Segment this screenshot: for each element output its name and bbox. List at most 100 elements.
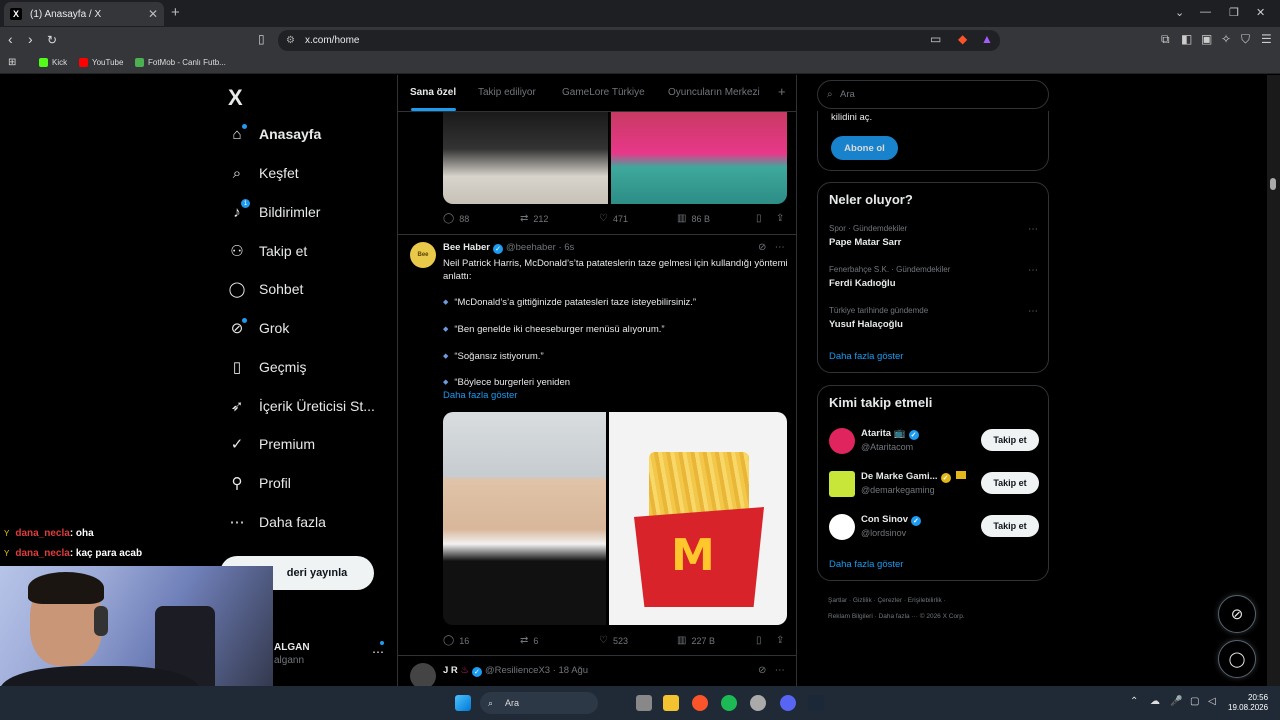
sidebar-item-chat[interactable]: ◯ Sohbet <box>227 279 304 299</box>
maximize-icon[interactable]: ❐ <box>1229 6 1239 19</box>
account-more-icon[interactable]: ⋯ <box>372 645 384 659</box>
brave-rewards-icon[interactable]: ▲ <box>981 33 993 45</box>
sidebar-item-creator-studio[interactable]: ➶ İçerik Üreticisi St... <box>227 396 375 416</box>
sidebar-item-follow[interactable]: ⚇ Takip et <box>227 241 307 261</box>
tab-for-you[interactable]: Sana özel <box>410 87 456 98</box>
tweet1-reply[interactable]: ◯ 88 <box>443 213 469 224</box>
taskbar-search[interactable]: ⌕ Ara <box>480 692 598 714</box>
tweet2-image-npharris[interactable] <box>443 412 606 625</box>
follow-button[interactable]: Takip et <box>981 515 1039 537</box>
tray-app-icon[interactable]: ☁ <box>1150 696 1160 707</box>
tweet1-image-2[interactable] <box>611 112 787 204</box>
tab-following[interactable]: Takip ediliyor <box>478 87 536 98</box>
sidebar-item-bookmarks[interactable]: ▯ Geçmiş <box>227 357 307 377</box>
tweet2-handle[interactable]: @beehaber <box>506 242 556 253</box>
atarita-avatar[interactable] <box>829 428 855 454</box>
wtf-name[interactable]: Atarita 📺 ✓ <box>861 428 922 440</box>
reload-icon[interactable]: ↻ <box>47 33 57 47</box>
sidebar-toggle-icon[interactable]: ◧ <box>1181 33 1192 45</box>
volume-icon[interactable]: ◁ <box>1208 696 1216 707</box>
tweet2-image-fries[interactable]: M <box>609 412 787 625</box>
tweet-more-icon[interactable]: ⋯ <box>775 665 785 676</box>
task-view-icon[interactable] <box>636 695 652 711</box>
leo-ai-icon[interactable]: ✧ <box>1221 33 1231 45</box>
sidebar-item-notifications[interactable]: ♪ 1 Bildirimler <box>227 199 320 222</box>
discord-icon[interactable] <box>780 695 796 711</box>
wtf-show-more[interactable]: Daha fazla göster <box>829 559 903 570</box>
account-switcher[interactable]: ALGAN algann <box>274 642 310 666</box>
trend-item[interactable]: Yusuf Halaçoğlu <box>829 319 903 330</box>
tab-search-icon[interactable]: ⌄ <box>1175 6 1184 19</box>
beehaber-avatar[interactable]: Bee <box>410 242 436 268</box>
page-scrollbar[interactable] <box>1267 75 1280 686</box>
sidebar-item-more[interactable]: ⋯ Daha fazla <box>227 512 326 532</box>
extensions-icon[interactable]: ⧉ <box>1161 33 1170 45</box>
back-icon[interactable]: ‹ <box>8 32 13 46</box>
microphone-icon[interactable]: 🎤 <box>1170 696 1182 707</box>
subscribe-button[interactable]: Abone ol <box>831 136 898 160</box>
site-info-icon[interactable]: ⚙ <box>286 30 295 51</box>
new-tab-icon[interactable]: + <box>171 4 180 21</box>
tweet1-repost[interactable]: ⇄ 212 <box>520 213 548 224</box>
tweet2-bookmark[interactable]: ▯ <box>756 635 767 646</box>
tweet2-reply[interactable]: ◯ 16 <box>443 635 469 646</box>
tweet2-like[interactable]: ♡ 523 <box>599 635 628 646</box>
tweet1-share[interactable]: ⇪ <box>776 213 789 224</box>
trend-more-icon[interactable]: ⋯ <box>1028 306 1038 317</box>
grok-explain-icon[interactable]: ⊘ <box>758 242 766 253</box>
demarke-avatar[interactable] <box>829 471 855 497</box>
taskbar-clock[interactable]: 20:56 19.08.2026 <box>1228 693 1268 713</box>
close-tab-icon[interactable]: ✕ <box>148 7 158 21</box>
footer-links[interactable]: Reklam Bilgileri · Daha fazla ··· © 2026… <box>828 613 965 620</box>
consinov-avatar[interactable] <box>829 514 855 540</box>
add-tab-icon[interactable]: + <box>778 84 786 99</box>
scrollbar-thumb[interactable] <box>1270 178 1276 190</box>
trend-item[interactable]: Ferdi Kadıoğlu <box>829 278 896 289</box>
obs-icon[interactable] <box>750 695 766 711</box>
bookmark-kick[interactable]: Kick <box>39 58 67 67</box>
brave-shield-icon[interactable]: ◆ <box>958 33 967 45</box>
wallet-icon[interactable]: ▣ <box>1201 33 1212 45</box>
steam-icon[interactable] <box>808 695 824 711</box>
follow-button[interactable]: Takip et <box>981 472 1039 494</box>
tweet1-views[interactable]: ▥ 86 B <box>677 213 710 224</box>
browser-tab[interactable]: X (1) Anasayfa / X ✕ <box>4 2 164 26</box>
apps-grid-icon[interactable]: ⊞ <box>8 57 16 68</box>
sidebar-item-home[interactable]: ⌂ Anasayfa <box>227 124 321 144</box>
start-icon[interactable] <box>455 695 471 711</box>
tweet2-views[interactable]: ▥ 227 B <box>677 635 715 646</box>
tweet2-author[interactable]: Bee Haber <box>443 242 490 253</box>
brave-icon[interactable] <box>692 695 708 711</box>
trend-more-icon[interactable]: ⋯ <box>1028 224 1038 235</box>
bookmark-fotmob[interactable]: FotMob - Canlı Futb... <box>135 58 226 67</box>
menu-icon[interactable]: ☰ <box>1261 33 1272 45</box>
tray-expand-icon[interactable]: ⌃ <box>1130 696 1138 707</box>
tab-oyuncularin-merkezi[interactable]: Oyuncuların Merkezi <box>668 87 760 98</box>
trend-more-icon[interactable]: ⋯ <box>1028 265 1038 276</box>
sidebar-item-premium[interactable]: ✓ Premium <box>227 434 315 454</box>
wtf-name[interactable]: De Marke Gami... ✓ <box>861 471 966 483</box>
grok-fab-icon[interactable]: ⊘ <box>1218 595 1256 633</box>
tab-gamelore[interactable]: GameLore Türkiye <box>562 87 645 98</box>
trend-item[interactable]: Pape Matar Sarr <box>829 237 901 248</box>
tweet2-show-more[interactable]: Daha fazla göster <box>443 390 517 401</box>
spotify-icon[interactable] <box>721 695 737 711</box>
messages-fab-icon[interactable]: ◯ <box>1218 640 1256 678</box>
tweet3-handle[interactable]: @ResilienceX3 <box>485 665 550 676</box>
close-window-icon[interactable]: ✕ <box>1256 6 1265 19</box>
tweet2-share[interactable]: ⇪ <box>776 635 789 646</box>
forward-icon[interactable]: › <box>28 32 33 46</box>
tweet3-time[interactable]: · 18 Ağu <box>553 665 588 676</box>
search-input[interactable]: ⌕ Ara <box>817 80 1049 109</box>
tweet2-repost[interactable]: ⇄ 6 <box>520 635 538 646</box>
network-icon[interactable]: ▢ <box>1190 696 1199 707</box>
grok-explain-icon[interactable]: ⊘ <box>758 665 766 676</box>
vpn-icon[interactable]: ⛉ <box>1241 33 1250 45</box>
tweet1-image-1[interactable] <box>443 112 608 204</box>
tweet3-author[interactable]: J R <box>443 665 458 676</box>
file-explorer-icon[interactable] <box>663 695 679 711</box>
cast-icon[interactable]: ▭ <box>930 33 941 45</box>
bookmark-youtube[interactable]: YouTube <box>79 58 123 67</box>
address-bar[interactable]: ⚙ x.com/home <box>278 30 1000 51</box>
tweet2-time[interactable]: · 6s <box>558 242 574 253</box>
